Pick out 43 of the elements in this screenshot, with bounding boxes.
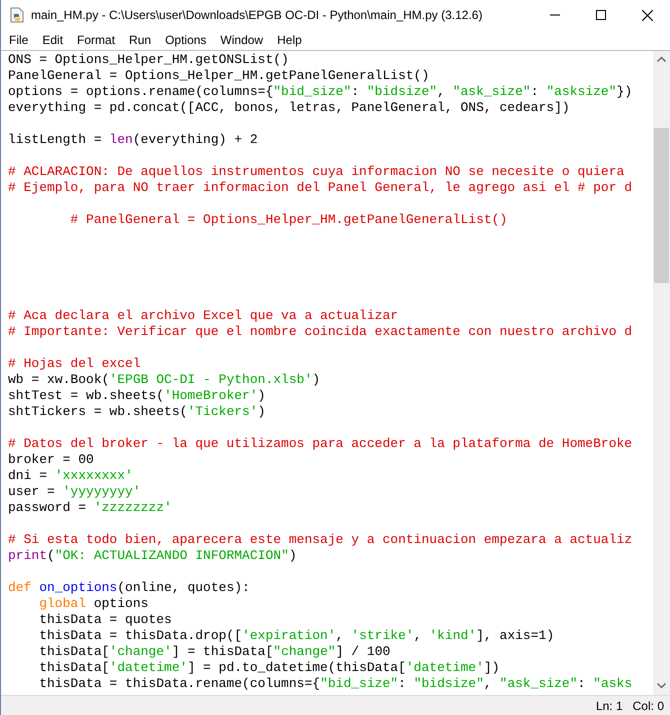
menu-item[interactable]: Options	[158, 30, 214, 50]
code-line: everything = pd.concat([ACC, bonos, letras, PanelGeneral, ONS, cedears])	[8, 100, 570, 116]
code-line: user = 'yyyyyyyy'	[8, 484, 141, 500]
menu-item[interactable]: Window	[213, 30, 270, 50]
code-line: listLength = len(everything) + 2	[8, 132, 258, 148]
python-file-icon	[9, 7, 25, 23]
code-line: # ACLARACION: De aquellos instrumentos cuya informacion NO se necesite o quiera	[8, 164, 624, 180]
code-line: dni = 'xxxxxxxx'	[8, 468, 133, 484]
code-line: thisData['change'] = thisData["change"] / 100	[38, 644, 390, 660]
code-line: print("OK: ACTUALIZANDO INFORMACION")	[8, 548, 297, 564]
code-line: thisData = thisData.rename(columns={"bid_size": "bidsize", "ask_size": "asks	[38, 676, 632, 692]
code-line: password = 'zzzzzzzz'	[8, 500, 172, 516]
code-line: # Ejemplo, para NO traer informacion del Panel General, le agrego asi el # por d	[8, 180, 632, 196]
code-line: thisData['datetime'] = pd.to_datetime(thisData['datetime'])	[38, 660, 500, 676]
scrollbar[interactable]	[653, 51, 670, 695]
code-line: PanelGeneral = Options_Helper_HM.getPanelGeneralList()	[8, 68, 430, 84]
code-line: options = options.rename(columns={"bid_size": "bidsize", "ask_size": "asksize"})	[8, 84, 632, 100]
window-title: main_HM.py - C:\Users\user\Downloads\EPGB OC-DI - Python\main_HM.py (3.12.6)	[31, 7, 482, 24]
code-line: # Aca declara el archivo Excel que va a actualizar	[8, 308, 398, 324]
code-line: thisData = thisData.drop(['expiration', 'strike', 'kind'], axis=1)	[38, 628, 554, 644]
maximize-icon	[596, 10, 606, 20]
menu-item[interactable]: Run	[122, 30, 158, 50]
code-line: # PanelGeneral = Options_Helper_HM.getPanelGeneralList()	[69, 212, 508, 228]
code-line: # Importante: Verificar que el nombre coincida exactamente con nuestro archivo d	[8, 324, 632, 340]
code-line: broker = 00	[8, 452, 94, 468]
menu-item[interactable]: File	[2, 30, 36, 50]
code-line: shtTest = wb.sheets('HomeBroker')	[8, 388, 266, 404]
code-line: thisData = quotes	[38, 612, 172, 628]
code-line: shtTickers = wb.sheets('Tickers')	[8, 404, 266, 420]
code-line: # Hojas del excel	[8, 356, 141, 372]
menu-item[interactable]: Format	[70, 30, 122, 50]
code-line: # Datos del broker - la que utilizamos para acceder a la plataforma de HomeBroke	[8, 436, 632, 452]
close-icon	[642, 10, 652, 20]
menu-item[interactable]: Edit	[35, 30, 70, 50]
menu-item[interactable]: Help	[270, 30, 309, 50]
code-line: wb = xw.Book('EPGB OC-DI - Python.xlsb')	[8, 372, 320, 388]
scrollbar-thumb[interactable]	[654, 128, 669, 283]
column-indicator: Col: 0	[632, 698, 664, 714]
code-line: global options	[38, 596, 148, 612]
code-line: # Si esta todo bien, aparecera este mensaje y a continuacion empezara a actualiz	[8, 532, 632, 548]
code-line: ONS = Options_Helper_HM.getONSList()	[8, 52, 289, 68]
line-indicator: Ln: 1	[596, 698, 623, 714]
code-line: def on_options(online, quotes):	[8, 580, 250, 596]
